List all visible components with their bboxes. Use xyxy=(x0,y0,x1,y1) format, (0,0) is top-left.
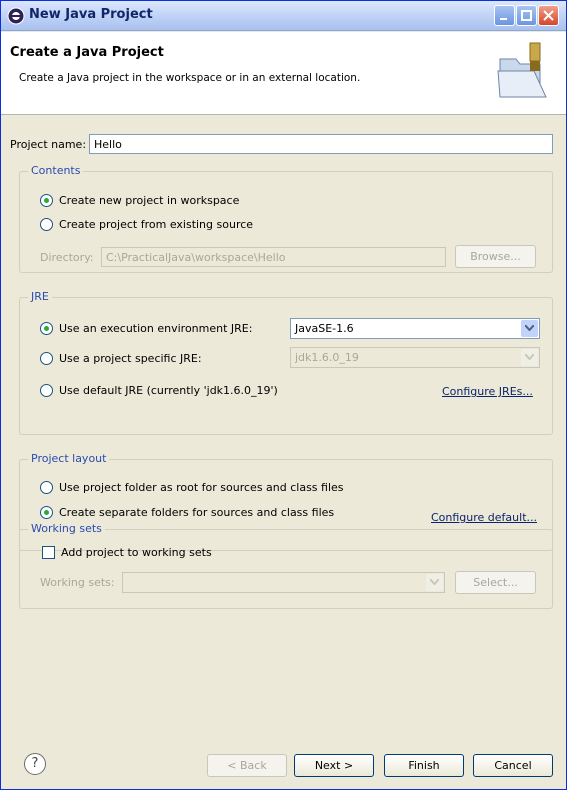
finish-button[interactable]: Finish xyxy=(384,754,464,777)
project-specific-jre-combo[interactable]: jdk1.6.0_19 xyxy=(290,347,540,368)
close-icon xyxy=(543,10,554,21)
maximize-button[interactable] xyxy=(516,5,537,26)
wizard-header: Create a Java Project Create a Java proj… xyxy=(1,32,566,115)
working-sets-label: Working sets: xyxy=(40,576,115,589)
minimize-button[interactable] xyxy=(494,5,515,26)
maximize-icon xyxy=(521,10,532,21)
execution-env-jre-label[interactable]: Use an execution environment JRE: xyxy=(59,322,252,335)
execution-env-value: JavaSE-1.6 xyxy=(295,322,354,335)
project-specific-jre-label[interactable]: Use a project specific JRE: xyxy=(59,352,202,365)
title-bar[interactable]: New Java Project xyxy=(1,1,566,31)
contents-legend: Contents xyxy=(28,164,84,177)
help-icon[interactable]: ? xyxy=(24,753,46,775)
create-new-project-label[interactable]: Create new project in workspace xyxy=(59,194,239,207)
separate-folders-label[interactable]: Create separate folders for sources and … xyxy=(59,506,334,519)
project-specific-jre-radio[interactable] xyxy=(40,352,53,365)
cancel-button[interactable]: Cancel xyxy=(473,754,553,777)
folder-as-root-label[interactable]: Use project folder as root for sources a… xyxy=(59,481,344,494)
new-project-folder-icon xyxy=(497,42,547,98)
directory-input[interactable]: C:\PracticalJava\workspace\Hello xyxy=(101,247,446,267)
create-new-project-radio[interactable] xyxy=(40,194,53,207)
create-from-existing-radio[interactable] xyxy=(40,218,53,231)
default-jre-label[interactable]: Use default JRE (currently 'jdk1.6.0_19'… xyxy=(59,384,278,397)
back-button[interactable]: < Back xyxy=(207,754,287,777)
close-button[interactable] xyxy=(538,5,559,26)
browse-button[interactable]: Browse... xyxy=(455,245,536,268)
folder-as-root-radio[interactable] xyxy=(40,481,53,494)
separate-folders-radio[interactable] xyxy=(40,506,53,519)
add-to-working-sets-checkbox[interactable] xyxy=(42,546,55,559)
project-specific-jre-value: jdk1.6.0_19 xyxy=(295,351,359,364)
window-title: New Java Project xyxy=(29,7,153,22)
select-working-sets-button[interactable]: Select... xyxy=(455,571,536,594)
project-name-input[interactable]: Hello xyxy=(89,134,553,154)
chevron-down-icon[interactable] xyxy=(521,349,538,366)
working-sets-combo[interactable] xyxy=(122,572,445,593)
eclipse-icon xyxy=(7,7,25,25)
page-description: Create a Java project in the workspace o… xyxy=(19,72,361,84)
project-layout-legend: Project layout xyxy=(28,452,110,465)
chevron-down-icon[interactable] xyxy=(521,320,538,337)
default-jre-radio[interactable] xyxy=(40,384,53,397)
working-sets-legend: Working sets xyxy=(28,522,105,535)
add-to-working-sets-label[interactable]: Add project to working sets xyxy=(61,546,212,559)
working-sets-group: Working sets xyxy=(19,522,553,609)
chevron-down-icon[interactable] xyxy=(426,574,443,591)
jre-legend: JRE xyxy=(28,290,52,303)
create-from-existing-label[interactable]: Create project from existing source xyxy=(59,218,253,231)
next-button[interactable]: Next > xyxy=(294,754,374,777)
directory-label: Directory: xyxy=(40,251,94,264)
configure-default-link[interactable]: Configure default... xyxy=(431,511,537,524)
execution-env-jre-radio[interactable] xyxy=(40,322,53,335)
execution-env-combo[interactable]: JavaSE-1.6 xyxy=(290,318,540,339)
minimize-icon xyxy=(500,18,507,20)
page-title: Create a Java Project xyxy=(10,45,164,60)
configure-jres-link[interactable]: Configure JREs... xyxy=(442,385,533,398)
new-java-project-dialog: New Java Project Create a Java Project C… xyxy=(0,0,567,790)
project-name-label: Project name: xyxy=(10,138,87,151)
